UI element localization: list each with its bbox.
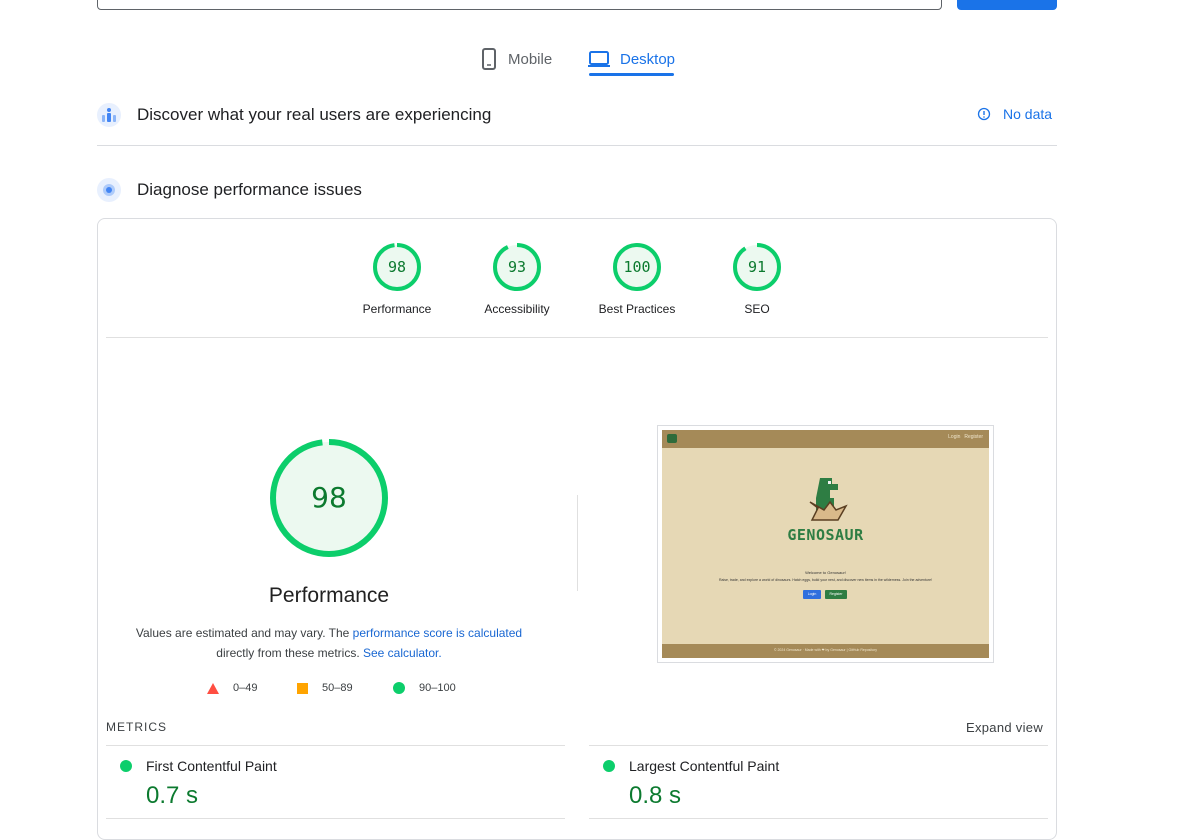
metric-fcp-value: 0.7 s <box>146 782 199 809</box>
score-gauge: 98 <box>373 243 421 291</box>
gauge-label: SEO <box>744 302 770 316</box>
legend-fail: 0–49 <box>207 682 257 694</box>
gauge-best-practices[interactable]: 100 Best Practices <box>597 242 677 316</box>
score-gauge: 100 <box>613 243 661 291</box>
dinosaur-egg-icon <box>809 478 848 521</box>
gauge-accessibility[interactable]: 93 Accessibility <box>477 242 557 316</box>
tab-mobile[interactable]: Mobile <box>480 40 552 78</box>
metrics-header: METRICS <box>106 720 167 734</box>
legend-pass: 90–100 <box>393 682 456 694</box>
section-divider <box>97 145 1057 146</box>
active-tab-indicator <box>589 73 674 76</box>
svg-text:91: 91 <box>748 258 766 276</box>
svg-text:98: 98 <box>311 481 347 514</box>
site-logo-text: GENOSAUR <box>787 526 864 544</box>
pass-icon <box>120 760 132 772</box>
metric-divider <box>106 745 565 746</box>
url-input[interactable] <box>97 0 942 10</box>
final-screenshot[interactable]: Login Register GENOSAUR Welcome to Genos… <box>657 425 994 663</box>
circle-icon <box>393 682 405 694</box>
site-login-button: Login <box>803 590 821 599</box>
gauge-label: Performance <box>362 302 432 316</box>
metric-divider <box>589 818 1048 819</box>
no-data-link[interactable]: No data <box>977 106 1052 122</box>
phone-icon <box>482 48 496 70</box>
legend-average: 50–89 <box>297 682 353 694</box>
score-gauge: 93 <box>493 243 541 291</box>
performance-title: Performance <box>268 584 390 607</box>
gauge-label: Best Practices <box>598 302 676 316</box>
site-register-button: Register <box>825 590 847 599</box>
info-icon <box>977 107 991 121</box>
performance-description: Values are estimated and may vary. The p… <box>135 626 523 660</box>
svg-text:98: 98 <box>388 258 406 276</box>
users-icon <box>97 103 121 127</box>
metric-divider <box>589 745 1048 746</box>
expand-view-button[interactable]: Expand view <box>966 720 1043 735</box>
square-icon <box>297 682 308 694</box>
field-data-title: Discover what your real users are experi… <box>137 105 492 124</box>
metric-divider <box>106 818 565 819</box>
svg-text:100: 100 <box>623 258 650 276</box>
pass-icon <box>603 760 615 772</box>
performance-big-gauge: 98 <box>270 439 388 557</box>
diagnose-icon <box>97 178 121 202</box>
score-calculated-link[interactable]: performance score is calculated <box>353 626 522 640</box>
triangle-icon <box>207 682 219 694</box>
lab-data-title: Diagnose performance issues <box>137 180 362 199</box>
tab-mobile-label: Mobile <box>508 50 553 68</box>
site-footer: © 2024 Genosaur · Made with ❤ by Genosau… <box>662 644 989 658</box>
score-gauge: 91 <box>733 243 781 291</box>
see-calculator-link[interactable]: See calculator. <box>363 646 442 660</box>
no-data-label: No data <box>1003 106 1053 122</box>
svg-text:93: 93 <box>508 258 526 276</box>
metric-lcp-value: 0.8 s <box>629 782 682 809</box>
vertical-separator <box>577 495 578 591</box>
gauge-label: Accessibility <box>484 302 550 316</box>
analyze-button[interactable] <box>957 0 1057 10</box>
site-logo-icon <box>667 434 677 443</box>
gauges-divider <box>106 337 1048 338</box>
site-tagline: Raise, trade, and explore a world of din… <box>718 578 933 582</box>
site-navbar: Login Register <box>662 430 989 448</box>
laptop-icon <box>588 51 610 67</box>
site-welcome: Welcome to Genosaur! <box>805 570 846 575</box>
gauge-performance[interactable]: 98 Performance <box>357 242 437 316</box>
gauge-seo[interactable]: 91 SEO <box>717 242 797 316</box>
metric-lcp-name: Largest Contentful Paint <box>629 758 780 774</box>
metric-fcp-name: First Contentful Paint <box>146 758 277 774</box>
tab-desktop-label: Desktop <box>620 50 676 68</box>
